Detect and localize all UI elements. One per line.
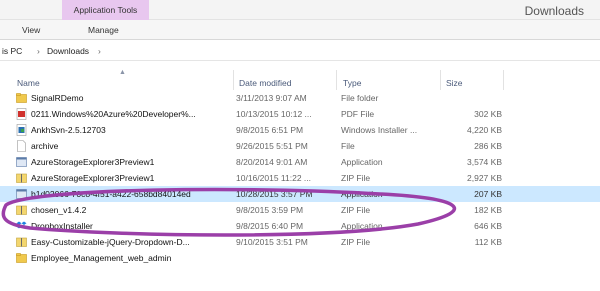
file-type: Application xyxy=(341,221,383,231)
dropbox-icon xyxy=(16,220,27,232)
folder-icon xyxy=(16,252,27,264)
column-header-size[interactable]: Size xyxy=(446,78,463,88)
column-divider[interactable] xyxy=(440,70,441,90)
file-row-selected[interactable]: b1d02066-70c8-4f51-a422-658bd84014ed 10/2… xyxy=(0,186,600,202)
application-icon xyxy=(16,156,27,168)
file-type: Application xyxy=(341,157,383,167)
file-date: 10/28/2015 3:57 PM xyxy=(236,189,313,199)
file-type: PDF File xyxy=(341,109,375,119)
file-date: 9/8/2015 3:59 PM xyxy=(236,205,304,215)
file-row[interactable]: DropboxInstaller 9/8/2015 6:40 PM Applicat… xyxy=(0,218,600,234)
breadcrumb-this-pc[interactable]: is PC xyxy=(2,46,22,56)
file-name: AzureStorageExplorer3Preview1 xyxy=(31,157,155,167)
zip-icon xyxy=(16,204,27,216)
file-name: Employee_Management_web_admin xyxy=(31,253,172,263)
file-date: 10/16/2015 11:22 ... xyxy=(236,173,311,183)
file-size: 302 KB xyxy=(474,109,502,119)
file-row[interactable]: archive 9/26/2015 5:51 PM File 286 KB xyxy=(0,138,600,154)
file-name: DropboxInstaller xyxy=(31,221,93,231)
installer-icon xyxy=(16,124,27,136)
file-size: 286 KB xyxy=(474,141,502,151)
file-date: 10/13/2015 10:12 ... xyxy=(236,109,312,119)
column-divider[interactable] xyxy=(336,70,337,90)
tab-manage[interactable]: Manage xyxy=(88,25,119,35)
column-divider[interactable] xyxy=(503,70,504,90)
tab-view[interactable]: View xyxy=(22,25,40,35)
folder-icon xyxy=(16,92,27,104)
file-size: 112 KB xyxy=(474,237,502,247)
file-row[interactable]: chosen_v1.4.2 9/8/2015 3:59 PM ZIP File 182… xyxy=(0,202,600,218)
file-name: b1d02066-70c8-4f51-a422-658bd84014ed xyxy=(31,189,191,199)
address-bar[interactable]: is PC › Downloads › xyxy=(0,41,600,61)
file-date: 9/26/2015 5:51 PM xyxy=(236,141,308,151)
file-date: 9/8/2015 6:51 PM xyxy=(236,125,304,135)
file-type: Application xyxy=(341,189,383,199)
column-header-type[interactable]: Type xyxy=(343,78,361,88)
file-row[interactable]: Employee_Management_web_admin xyxy=(0,250,600,266)
file-name: AzureStorageExplorer3Preview1 xyxy=(31,173,155,183)
file-type: File xyxy=(341,141,355,151)
column-divider[interactable] xyxy=(233,70,234,90)
file-type: File folder xyxy=(341,93,379,103)
file-date: 9/8/2015 6:40 PM xyxy=(236,221,304,231)
sort-ascending-icon: ▲ xyxy=(119,69,126,76)
file-row[interactable]: AzureStorageExplorer3Preview1 10/16/2015 … xyxy=(0,170,600,186)
file-name: AnkhSvn-2.5.12703 xyxy=(31,125,106,135)
file-type: Windows Installer ... xyxy=(341,125,418,135)
file-size: 646 KB xyxy=(474,221,502,231)
file-size: 182 KB xyxy=(474,205,502,215)
breadcrumb-separator-icon[interactable]: › xyxy=(98,46,101,56)
file-row[interactable]: 0211.Windows%20Azure%20Developer%... 10/1… xyxy=(0,106,600,122)
file-size: 4,220 KB xyxy=(467,125,502,135)
breadcrumb-separator-icon[interactable]: › xyxy=(37,46,40,56)
window-title: Downloads xyxy=(524,4,584,18)
file-list: SignalRDemo 3/11/2013 9:07 AM File folder 0… xyxy=(0,90,600,266)
file-name: chosen_v1.4.2 xyxy=(31,205,87,215)
file-row[interactable]: AnkhSvn-2.5.12703 9/8/2015 6:51 PM Windows… xyxy=(0,122,600,138)
file-name: Easy-Customizable-jQuery-Dropdown-D... xyxy=(31,237,190,247)
file-size: 2,927 KB xyxy=(467,173,502,183)
pdf-icon xyxy=(16,108,27,120)
application-icon xyxy=(16,188,27,200)
file-date: 8/20/2014 9:01 AM xyxy=(236,157,308,167)
file-size: 3,574 KB xyxy=(467,157,502,167)
column-header-name[interactable]: Name xyxy=(17,78,40,88)
zip-icon xyxy=(16,236,27,248)
file-date: 9/10/2015 3:51 PM xyxy=(236,237,308,247)
application-tools-tab[interactable]: Application Tools xyxy=(62,0,149,20)
file-row[interactable]: Easy-Customizable-jQuery-Dropdown-D... 9/… xyxy=(0,234,600,250)
breadcrumb-downloads[interactable]: Downloads xyxy=(47,46,89,56)
file-row[interactable]: SignalRDemo 3/11/2013 9:07 AM File folder xyxy=(0,90,600,106)
file-type: ZIP File xyxy=(341,237,371,247)
file-size: 207 KB xyxy=(474,189,502,199)
file-name: 0211.Windows%20Azure%20Developer%... xyxy=(31,109,196,119)
column-header: ▲ Name Date modified Type Size xyxy=(0,68,600,90)
ribbon-tabs: View Manage xyxy=(0,20,600,40)
file-icon xyxy=(16,140,27,152)
column-header-date[interactable]: Date modified xyxy=(239,78,291,88)
zip-icon xyxy=(16,172,27,184)
file-date: 3/11/2013 9:07 AM xyxy=(236,93,307,103)
file-type: ZIP File xyxy=(341,173,371,183)
file-type: ZIP File xyxy=(341,205,371,215)
file-row[interactable]: AzureStorageExplorer3Preview1 8/20/2014 9… xyxy=(0,154,600,170)
file-name: SignalRDemo xyxy=(31,93,84,103)
file-name: archive xyxy=(31,141,59,151)
title-bar: Application Tools Downloads xyxy=(0,0,600,20)
